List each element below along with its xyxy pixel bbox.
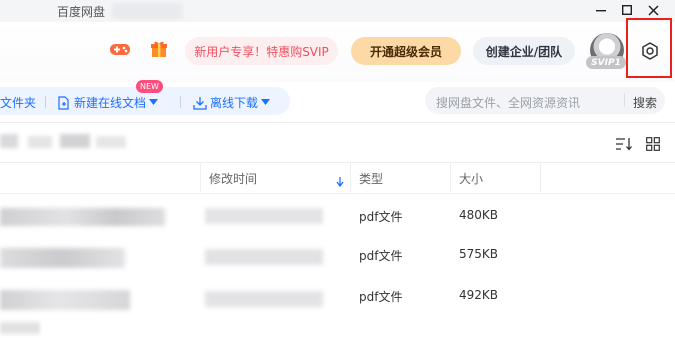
column-divider xyxy=(450,163,451,192)
modified-time-redacted xyxy=(205,249,323,265)
maximize-button[interactable] xyxy=(617,0,637,20)
search-button[interactable]: 搜索 xyxy=(633,94,657,111)
close-button[interactable] xyxy=(643,0,663,20)
minimize-button[interactable] xyxy=(591,0,611,20)
table-row[interactable]: pdf文件 480KB xyxy=(0,196,675,236)
column-divider xyxy=(200,163,201,192)
modified-time-redacted xyxy=(205,208,323,224)
settings-button[interactable] xyxy=(639,40,661,62)
column-divider xyxy=(350,163,351,192)
arrow-down-icon xyxy=(336,177,344,188)
caret-down-icon xyxy=(149,99,159,105)
offline-download-label: 离线下载 xyxy=(210,96,259,110)
new-folder-label: 文件夹 xyxy=(0,96,37,110)
new-folder-button[interactable]: 文件夹 xyxy=(0,94,36,111)
minimize-icon xyxy=(596,10,606,12)
new-online-doc-label: 新建在线文档 xyxy=(74,96,147,110)
file-size: 575KB xyxy=(459,247,499,261)
column-modified-time[interactable]: 修改时间 xyxy=(209,170,257,187)
table-row[interactable]: pdf文件 492KB xyxy=(0,276,675,316)
gamepad-icon xyxy=(110,44,130,55)
gift-icon xyxy=(151,41,167,57)
open-vip-button[interactable]: 开通超级会员 xyxy=(351,37,461,65)
file-size: 480KB xyxy=(459,208,499,222)
maximize-icon xyxy=(622,5,632,15)
sort-icon xyxy=(616,138,632,151)
column-divider xyxy=(540,163,541,192)
grid-view-button[interactable] xyxy=(645,136,661,152)
promo-svip-banner[interactable]: 新用户专享！特惠购SVIP xyxy=(185,37,338,65)
file-type: pdf文件 xyxy=(359,249,403,263)
grid-icon xyxy=(646,137,660,151)
app-title: 百度网盘 xyxy=(57,5,106,19)
new-doc-icon xyxy=(58,95,69,110)
table-row[interactable]: pdf文件 575KB xyxy=(0,236,675,276)
sort-desc-button[interactable] xyxy=(336,172,344,191)
search-placeholder: 搜网盘文件、全网资源资讯 xyxy=(436,96,581,110)
svip-badge: SVIP1 xyxy=(586,56,626,69)
file-type: pdf文件 xyxy=(359,290,403,304)
breadcrumb xyxy=(0,132,130,150)
file-type: pdf文件 xyxy=(359,210,403,224)
column-type[interactable]: 类型 xyxy=(359,170,383,187)
game-button[interactable] xyxy=(109,41,131,61)
close-icon xyxy=(647,4,659,16)
search-divider xyxy=(624,93,625,107)
row-partial-redacted xyxy=(0,322,40,334)
new-online-doc-button[interactable]: 新建在线文档 xyxy=(57,94,159,111)
toolbar-divider xyxy=(45,96,46,108)
file-name-redacted xyxy=(0,208,165,226)
file-size: 492KB xyxy=(459,288,499,302)
column-size[interactable]: 大小 xyxy=(459,170,483,187)
modified-time-redacted xyxy=(205,291,323,307)
sort-button[interactable] xyxy=(616,136,632,152)
caret-down-icon xyxy=(261,99,271,105)
toolbar-divider xyxy=(180,96,181,108)
file-name-redacted xyxy=(0,248,125,268)
title-blur xyxy=(112,3,182,19)
gift-button[interactable] xyxy=(150,40,168,62)
download-icon xyxy=(193,96,207,110)
gear-icon xyxy=(642,42,658,60)
file-name-redacted xyxy=(0,290,130,310)
offline-download-button[interactable]: 离线下载 xyxy=(193,94,271,111)
new-badge: NEW xyxy=(136,80,163,93)
create-team-button[interactable]: 创建企业/团队 xyxy=(473,37,575,65)
